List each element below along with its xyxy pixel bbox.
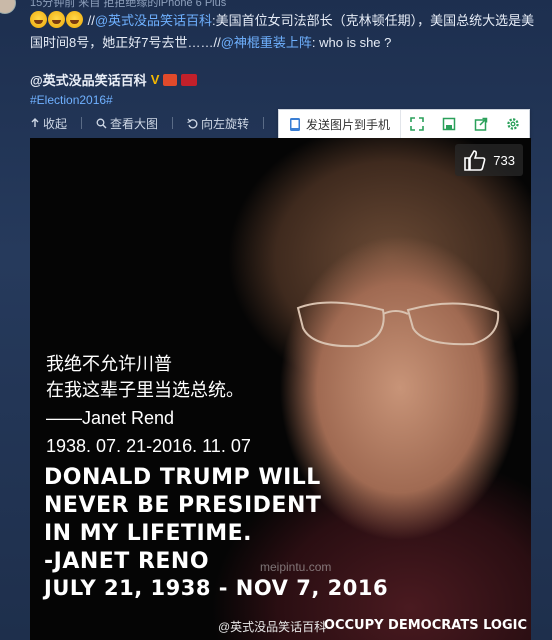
avatar[interactable]: [0, 0, 16, 14]
post-body-end: : who is she ?: [311, 35, 392, 50]
image-toolbar: 收起 查看大图 向左旋转 向: [30, 114, 304, 132]
rotate-left-icon: [187, 118, 198, 128]
post-image[interactable]: 733 我绝不允许川普 在我这辈子里当选总统。 ——Janet Rend 193…: [30, 138, 531, 640]
view-large-label: 查看大图: [110, 116, 159, 131]
rotate-left-button[interactable]: 向左旋转: [187, 115, 249, 132]
divider: [81, 117, 83, 129]
repost-header: @英式没品笑话百科 V: [30, 70, 198, 89]
share-button[interactable]: [465, 110, 497, 138]
mention-link[interactable]: @神棍重装上阵: [221, 35, 312, 50]
settings-button[interactable]: [497, 110, 529, 138]
chinese-quote-line: 在我这辈子里当选总统。: [46, 380, 244, 401]
occupy-democrats-logo: OCCUPY DEMOCRATS LOGIC: [323, 618, 527, 633]
chinese-signature: ——Janet Rend: [46, 408, 175, 428]
phone-icon: [290, 117, 300, 131]
view-large-button[interactable]: 查看大图: [96, 115, 158, 132]
share-popup: 发送图片到手机: [278, 109, 530, 139]
collapse-label: 收起: [43, 116, 68, 131]
like-count: 733: [493, 152, 515, 168]
thumbs-up-icon: [464, 150, 486, 171]
send-to-phone-label: 发送图片到手机: [306, 117, 391, 132]
laughing-emoji-icon: [66, 11, 83, 28]
divider: [263, 117, 265, 129]
post-meta: 15分钟前 来自 拒拒绝缘的iPhone 6 Plus: [30, 0, 227, 9]
chinese-quote-line: 我绝不允许川普: [46, 354, 172, 375]
post-text: //@英式没品笑话百科:美国首位女司法部长（克林顿任期），美国总统大选是美国时间…: [30, 10, 540, 54]
laughing-emoji-icon: [30, 11, 47, 28]
collapse-icon: [31, 118, 39, 127]
repost-author[interactable]: @英式没品笑话百科: [30, 70, 147, 89]
chinese-quote: 我绝不允许川普 在我这辈子里当选总统。: [46, 352, 244, 404]
post-prefix: //: [84, 13, 95, 28]
member-badge-icon: [163, 73, 178, 86]
english-quote-line: never be President: [44, 493, 322, 518]
share-icon: [474, 117, 488, 131]
save-button[interactable]: [433, 110, 465, 138]
gear-icon: [507, 118, 519, 130]
hashtag-link[interactable]: #Election2016#: [30, 93, 113, 107]
english-quote-line: Donald Trump will: [44, 465, 321, 490]
magnifier-icon: [96, 118, 107, 128]
divider: [172, 117, 174, 129]
fullscreen-button[interactable]: [401, 110, 433, 138]
english-dates: JULY 21, 1938 - NOV 7, 2016: [44, 576, 389, 600]
weibo-watermark: @英式没品笑话百科: [218, 620, 327, 634]
like-button[interactable]: 733: [455, 144, 523, 176]
send-to-phone-button[interactable]: 发送图片到手机: [279, 110, 402, 138]
laughing-emoji-icon: [48, 11, 65, 28]
event-badge-icon: [181, 73, 198, 86]
expand-icon: [410, 117, 424, 131]
chinese-dates: 1938. 07. 21-2016. 11. 07: [46, 436, 251, 456]
collapse-button[interactable]: 收起: [30, 115, 67, 132]
rotate-left-label: 向左旋转: [201, 116, 250, 131]
mention-link[interactable]: @英式没品笑话百科: [95, 13, 212, 28]
glasses-shape: [296, 301, 500, 348]
english-quote-line: in my lifetime.: [44, 521, 252, 546]
verified-icon: V: [150, 72, 160, 87]
save-icon: [442, 117, 456, 131]
site-watermark: meipintu.com: [260, 560, 332, 574]
